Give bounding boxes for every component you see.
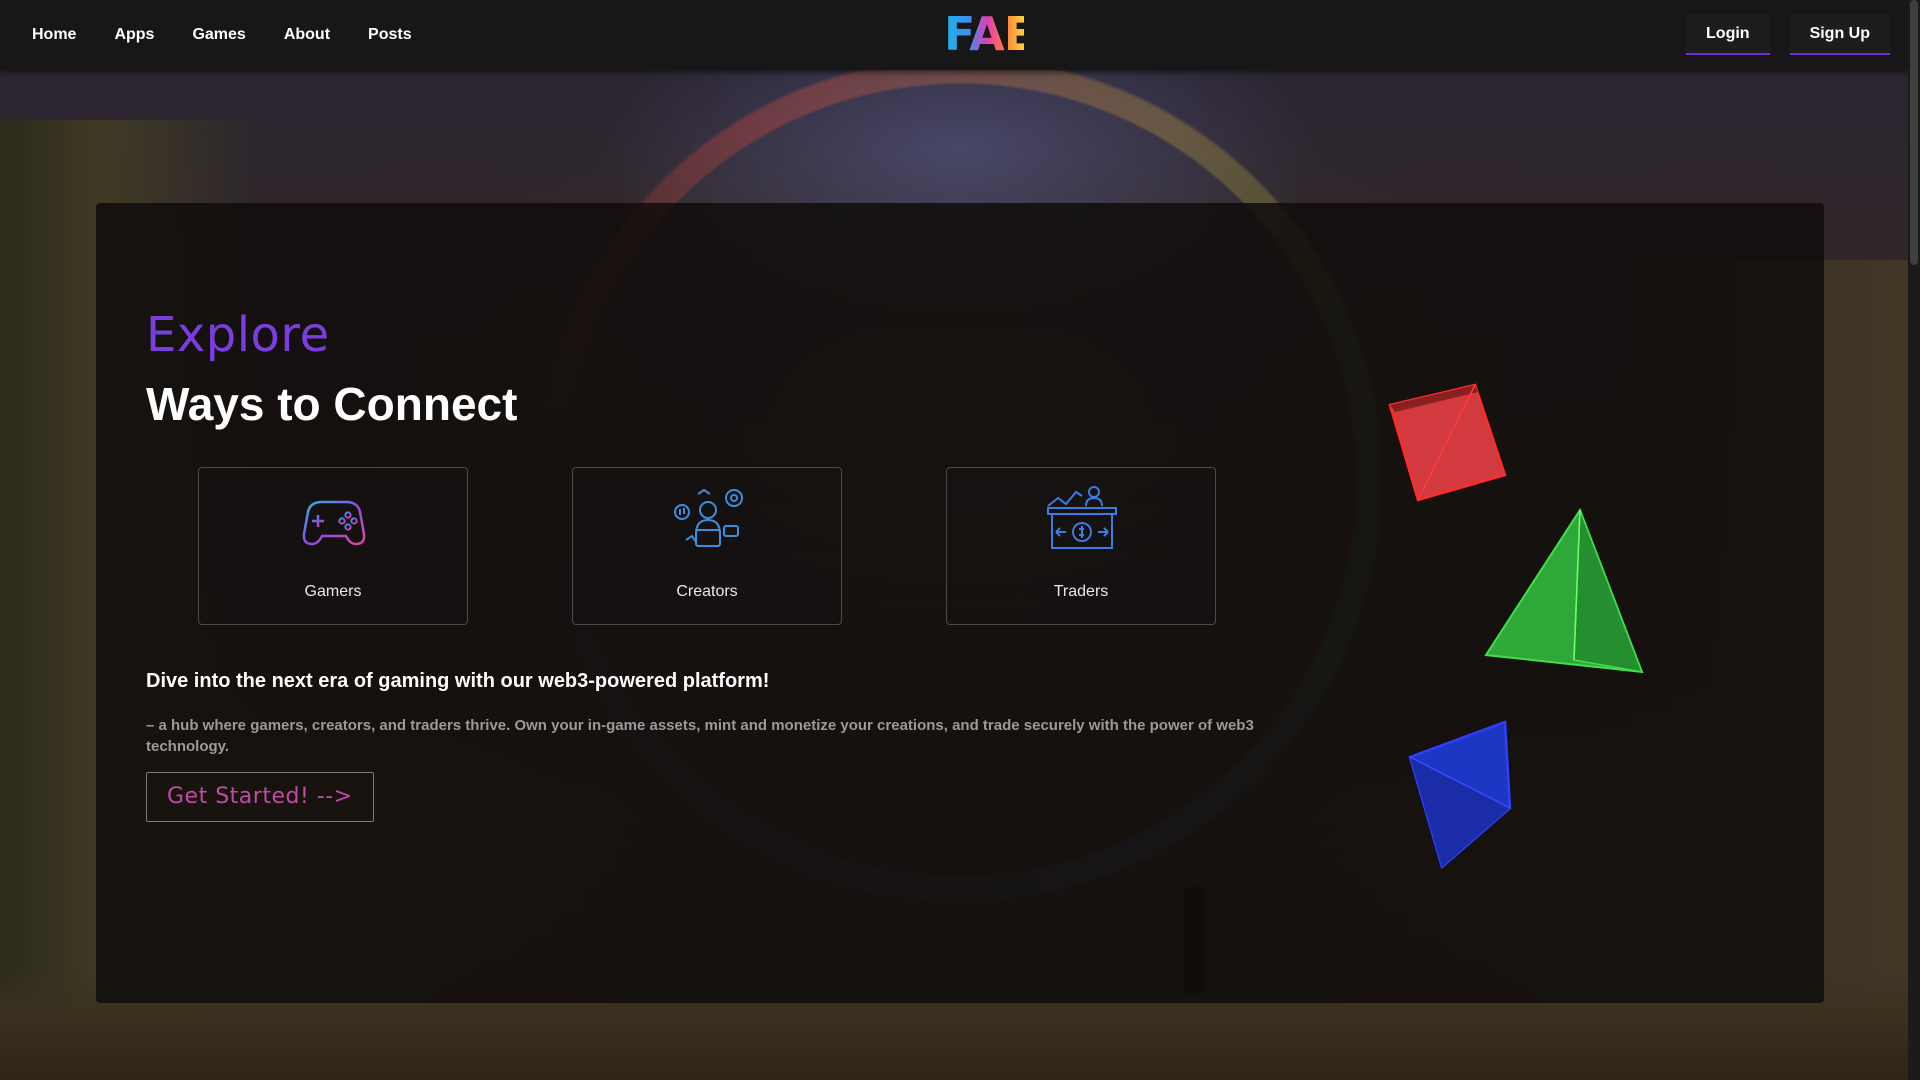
nav-about[interactable]: About [284, 26, 330, 44]
fae-logo[interactable]: FAE [944, 10, 1035, 58]
connect-cards: Gamers Creators Traders [198, 467, 1216, 625]
signup-button[interactable]: Sign Up [1789, 15, 1890, 55]
main-nav: Home Apps Games About Posts [32, 0, 450, 70]
nav-posts[interactable]: Posts [368, 26, 412, 44]
hero-panel: Explore Ways to Connect Gamers Creators … [96, 203, 1824, 1003]
hero-title: Ways to Connect [146, 378, 518, 430]
gamepad-icon [302, 497, 366, 546]
login-button[interactable]: Login [1686, 15, 1770, 55]
top-navbar: Home Apps Games About Posts FAE Login Si… [0, 0, 1908, 70]
creators-icon [674, 488, 743, 547]
get-started-button[interactable]: Get Started! --> [146, 772, 374, 822]
card-label-traders: Traders [1053, 583, 1109, 600]
scrollbar-thumb[interactable] [1910, 0, 1918, 265]
hero-lead-text: Dive into the next era of gaming with ou… [146, 670, 770, 692]
hero-eyebrow: Explore [146, 307, 330, 363]
nav-games[interactable]: Games [192, 26, 245, 44]
card-label-creators: Creators [676, 583, 738, 600]
card-gamers[interactable]: Gamers [198, 467, 468, 625]
traders-icon [1047, 486, 1117, 549]
nav-home[interactable]: Home [32, 26, 76, 44]
nav-apps[interactable]: Apps [114, 26, 154, 44]
page-scrollbar[interactable] [1908, 0, 1920, 1080]
card-label-gamers: Gamers [304, 583, 362, 600]
hero-description: – a hub where gamers, creators, and trad… [146, 717, 1254, 755]
auth-buttons: Login Sign Up [1686, 15, 1890, 55]
card-traders[interactable]: Traders [946, 467, 1216, 625]
card-creators[interactable]: Creators [572, 467, 842, 625]
